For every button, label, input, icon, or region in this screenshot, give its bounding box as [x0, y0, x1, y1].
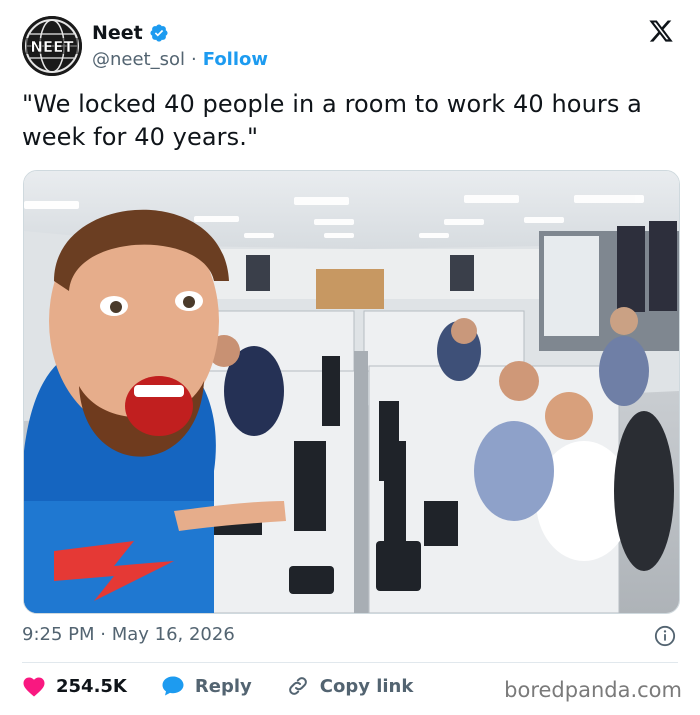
post-header: NEET Neet @neet_sol · Follow: [22, 14, 682, 80]
author-name[interactable]: Neet: [92, 22, 143, 44]
post-image[interactable]: [23, 170, 680, 614]
handle-separator: ·: [191, 49, 197, 70]
verified-badge-icon: [150, 24, 168, 42]
reply-button[interactable]: Reply: [161, 675, 252, 697]
author-name-row: Neet: [92, 22, 169, 44]
link-icon: [288, 677, 307, 695]
post-text: "We locked 40 people in a room to work 4…: [22, 90, 642, 151]
divider: [22, 662, 678, 663]
author-avatar[interactable]: NEET: [22, 16, 82, 76]
like-count: 254.5K: [56, 675, 127, 697]
copy-link-label: Copy link: [319, 675, 414, 697]
post-actions: 254.5K Reply Copy link: [22, 674, 447, 698]
reply-bubble-icon: [162, 676, 184, 696]
reply-label: Reply: [194, 675, 252, 697]
heart-icon: [23, 677, 45, 697]
follow-button[interactable]: Follow: [203, 49, 268, 70]
avatar-text: NEET: [30, 38, 74, 56]
copy-link-button[interactable]: Copy link: [286, 674, 414, 698]
author-handle-row: @neet_sol · Follow: [92, 49, 268, 70]
author-handle[interactable]: @neet_sol: [92, 49, 185, 70]
info-icon[interactable]: [654, 625, 676, 647]
x-logo-icon[interactable]: [648, 18, 674, 44]
like-button[interactable]: 254.5K: [22, 675, 127, 697]
avatar-image: NEET: [22, 16, 82, 76]
post-timestamp[interactable]: 9:25 PM · May 16, 2026: [22, 624, 235, 645]
office-photo: [24, 171, 679, 613]
watermark: boredpanda.com: [504, 678, 682, 702]
